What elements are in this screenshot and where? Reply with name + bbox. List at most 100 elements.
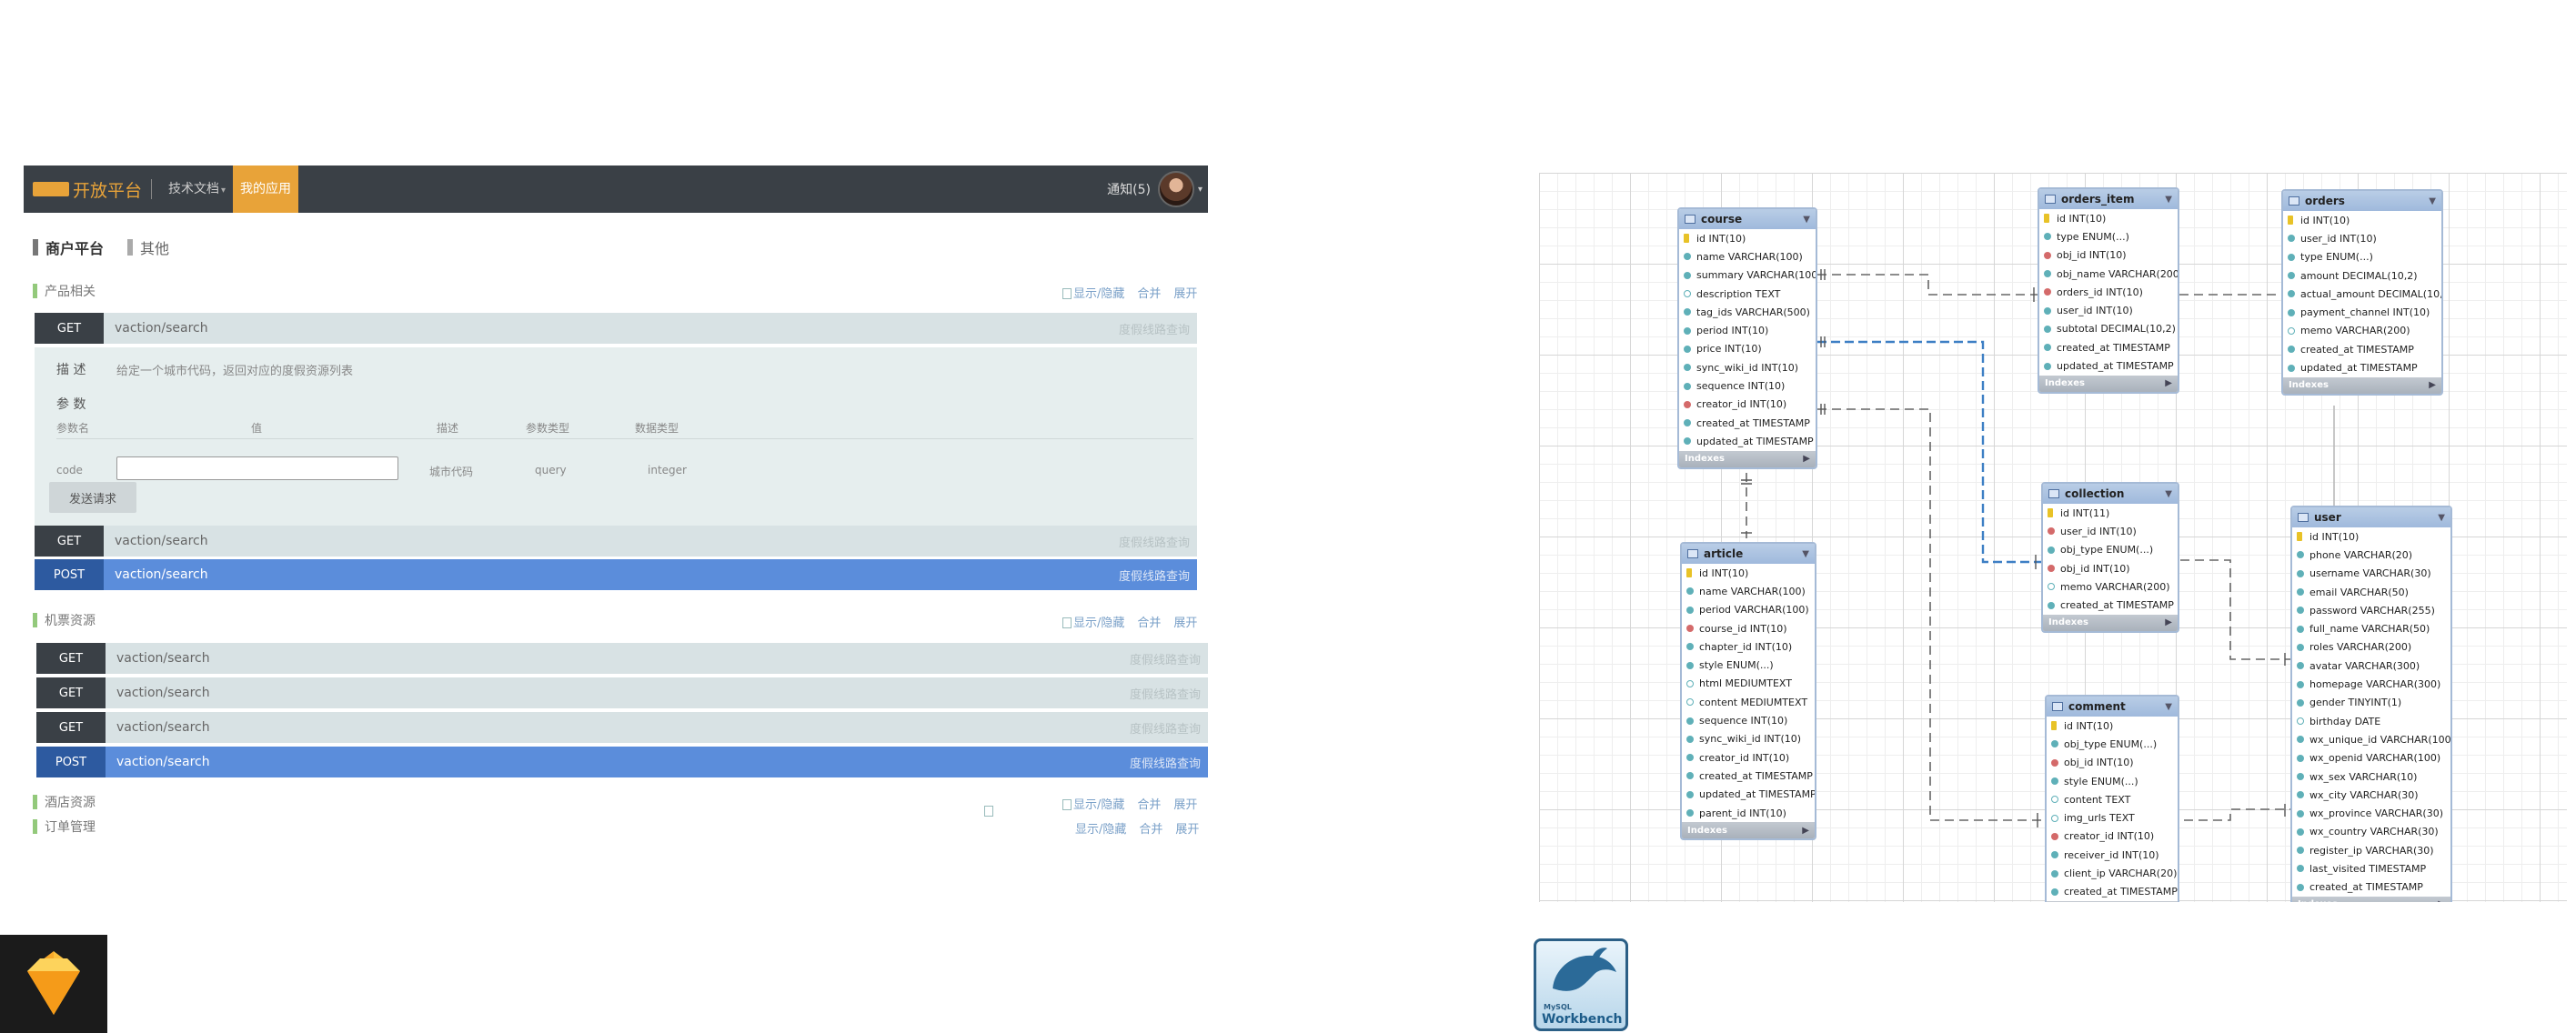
er-column[interactable]: username VARCHAR(30) [2292, 565, 2450, 583]
er-column[interactable]: content MEDIUMTEXT [1682, 693, 1815, 711]
collapse-link[interactable]: 合并 [1137, 284, 1161, 301]
er-column[interactable]: created_at TIMESTAMP [1679, 414, 1816, 432]
er-column[interactable]: user_id INT(10) [2039, 301, 2178, 319]
er-column[interactable]: created_at TIMESTAMP [2292, 878, 2450, 897]
er-indexes-bar[interactable]: Indexes ▶ [1679, 450, 1816, 467]
er-column[interactable]: id INT(10) [2283, 211, 2441, 229]
collapse-link[interactable]: 合并 [1139, 819, 1162, 837]
er-column[interactable]: updated_at TIMESTAMP [1679, 432, 1816, 450]
er-column[interactable]: amount DECIMAL(10,2) [2283, 266, 2441, 285]
er-column[interactable]: wx_sex VARCHAR(10) [2292, 767, 2450, 786]
er-column[interactable]: content TEXT [2047, 790, 2178, 808]
er-column[interactable]: tag_ids VARCHAR(500) [1679, 303, 1816, 321]
notifications-link[interactable]: 通知(5) [1107, 180, 1151, 198]
er-indexes-bar[interactable]: Indexes ▶ [2292, 896, 2450, 902]
er-column[interactable]: summary VARCHAR(100) [1679, 266, 1816, 285]
er-column[interactable]: parent_id INT(10) [1682, 804, 1815, 822]
er-column[interactable]: wx_city VARCHAR(30) [2292, 786, 2450, 804]
er-column[interactable]: obj_id INT(10) [2039, 246, 2178, 265]
er-table-article[interactable]: article ▼ id INT(10) name VARCHAR(100) perio… [1680, 542, 1816, 841]
er-column[interactable]: style ENUM(...) [1682, 656, 1815, 674]
er-column[interactable]: created_at TIMESTAMP [2043, 596, 2178, 614]
collapse-triangle-icon[interactable]: ▼ [2165, 489, 2172, 499]
er-table-header[interactable]: user ▼ [2292, 507, 2450, 527]
collapse-triangle-icon[interactable]: ▼ [2438, 513, 2445, 523]
er-table-header[interactable]: article ▼ [1682, 544, 1815, 564]
er-column[interactable]: email VARCHAR(50) [2292, 583, 2450, 601]
er-column[interactable]: password VARCHAR(255) [2292, 601, 2450, 619]
er-column[interactable]: type ENUM(...) [2039, 227, 2178, 246]
er-column[interactable]: id INT(10) [1679, 229, 1816, 247]
er-column[interactable]: period INT(10) [1679, 321, 1816, 339]
er-table-header[interactable]: comment ▼ [2047, 697, 2178, 717]
er-column[interactable]: id INT(10) [2039, 209, 2178, 227]
expand-link[interactable]: 展开 [1173, 284, 1197, 301]
er-table-comment[interactable]: comment ▼ id INT(10) obj_type ENUM(...) obj_… [2045, 695, 2179, 902]
er-column[interactable]: wx_country VARCHAR(30) [2292, 823, 2450, 841]
er-column[interactable]: img_urls TEXT [2047, 808, 2178, 827]
er-column[interactable]: obj_type ENUM(...) [2043, 541, 2178, 559]
section-hotels[interactable]: 酒店资源 [33, 793, 96, 811]
er-column[interactable]: updated_at TIMESTAMP [2039, 356, 2178, 375]
er-table-course[interactable]: course ▼ id INT(10) name VARCHAR(100) summar… [1677, 207, 1817, 469]
er-column[interactable]: orders_id INT(10) [2039, 283, 2178, 301]
tab-other[interactable]: 其他 [127, 236, 169, 258]
er-table-header[interactable]: course ▼ [1679, 209, 1816, 229]
er-column[interactable]: sync_wiki_id INT(10) [1679, 358, 1816, 376]
endpoint-row[interactable]: GET vaction/search 度假线路查询 [36, 677, 1208, 708]
mysql-workbench-app-icon[interactable]: MySQL Workbench [1534, 938, 1628, 1031]
er-column[interactable]: roles VARCHAR(200) [2292, 638, 2450, 657]
er-table-header[interactable]: collection ▼ [2043, 484, 2178, 504]
er-table-user[interactable]: user ▼ id INT(10) phone VARCHAR(20) username… [2290, 506, 2452, 902]
er-column[interactable]: chapter_id INT(10) [1682, 637, 1815, 656]
nav-my-apps[interactable]: 我的应用 [233, 165, 299, 213]
endpoint-row[interactable]: POST vaction/search 度假线路查询 [36, 747, 1208, 777]
collapse-link[interactable]: 合并 [1137, 613, 1161, 630]
collapse-triangle-icon[interactable]: ▼ [2165, 195, 2172, 205]
logo[interactable]: 开放平台 [24, 165, 142, 213]
er-column[interactable]: name VARCHAR(100) [1679, 247, 1816, 266]
er-column[interactable]: obj_type ENUM(...) [2047, 735, 2178, 753]
er-table-header[interactable]: orders_item ▼ [2039, 189, 2178, 209]
er-column[interactable]: memo VARCHAR(200) [2043, 577, 2178, 596]
section-products[interactable]: 产品相关 [33, 282, 96, 300]
er-column[interactable]: last_visited TIMESTAMP [2292, 859, 2450, 878]
er-indexes-bar[interactable]: Indexes ▶ [1682, 822, 1815, 839]
nav-tech-docs[interactable]: 技术文档 ▾ [161, 165, 233, 213]
toggle-link[interactable]: 显示/隐藏 [1075, 819, 1126, 837]
collapse-triangle-icon[interactable]: ▼ [1803, 215, 1810, 225]
toggle-link[interactable]: 显示/隐藏 [1062, 284, 1124, 301]
er-column[interactable]: actual_amount DECIMAL(10,2) [2283, 285, 2441, 303]
er-table-orders[interactable]: orders ▼ id INT(10) user_id INT(10) type ENU… [2281, 189, 2443, 396]
expand-link[interactable]: 展开 [1175, 819, 1199, 837]
er-column[interactable]: price INT(10) [1679, 340, 1816, 358]
avatar-dropdown-icon[interactable]: ▾ [1198, 185, 1202, 195]
collapse-triangle-icon[interactable]: ▼ [1802, 549, 1809, 559]
er-column[interactable]: creator_id INT(10) [2047, 827, 2178, 846]
er-column[interactable]: creator_id INT(10) [1679, 396, 1816, 414]
er-column[interactable]: payment_channel INT(10) [2283, 303, 2441, 321]
endpoint-row[interactable]: GET vaction/search 度假线路查询 [36, 643, 1208, 674]
er-column[interactable]: phone VARCHAR(20) [2292, 546, 2450, 564]
er-column[interactable]: course_id INT(10) [1682, 619, 1815, 637]
toggle-link[interactable]: 显示/隐藏 [1062, 613, 1124, 630]
er-column[interactable]: type ENUM(...) [2283, 248, 2441, 266]
er-column[interactable]: style ENUM(...) [2047, 772, 2178, 790]
er-column[interactable]: sequence INT(10) [1682, 711, 1815, 729]
er-table-header[interactable]: orders ▼ [2283, 191, 2441, 211]
er-column[interactable]: subtotal DECIMAL(10,2) [2039, 320, 2178, 338]
er-column[interactable]: sync_wiki_id INT(10) [1682, 730, 1815, 748]
send-request-button[interactable]: 发送请求 [49, 482, 136, 513]
er-column[interactable]: created_at TIMESTAMP [2283, 340, 2441, 358]
endpoint-row[interactable]: GET vaction/search 度假线路查询 [35, 313, 1197, 344]
param-value-input[interactable] [116, 456, 398, 480]
er-column[interactable]: period VARCHAR(100) [1682, 601, 1815, 619]
er-column[interactable]: description TEXT [1679, 285, 1816, 303]
er-column[interactable]: wx_province VARCHAR(30) [2292, 804, 2450, 822]
tab-merchant[interactable]: 商户平台 [33, 236, 104, 258]
er-indexes-bar[interactable]: Indexes ▶ [2043, 614, 2178, 631]
er-column[interactable]: id INT(11) [2043, 504, 2178, 522]
toggle-link[interactable]: 显示/隐藏 [1062, 795, 1124, 812]
er-indexes-bar[interactable]: Indexes ▶ [2283, 376, 2441, 394]
er-column[interactable]: client_ip VARCHAR(20) [2047, 864, 2178, 882]
